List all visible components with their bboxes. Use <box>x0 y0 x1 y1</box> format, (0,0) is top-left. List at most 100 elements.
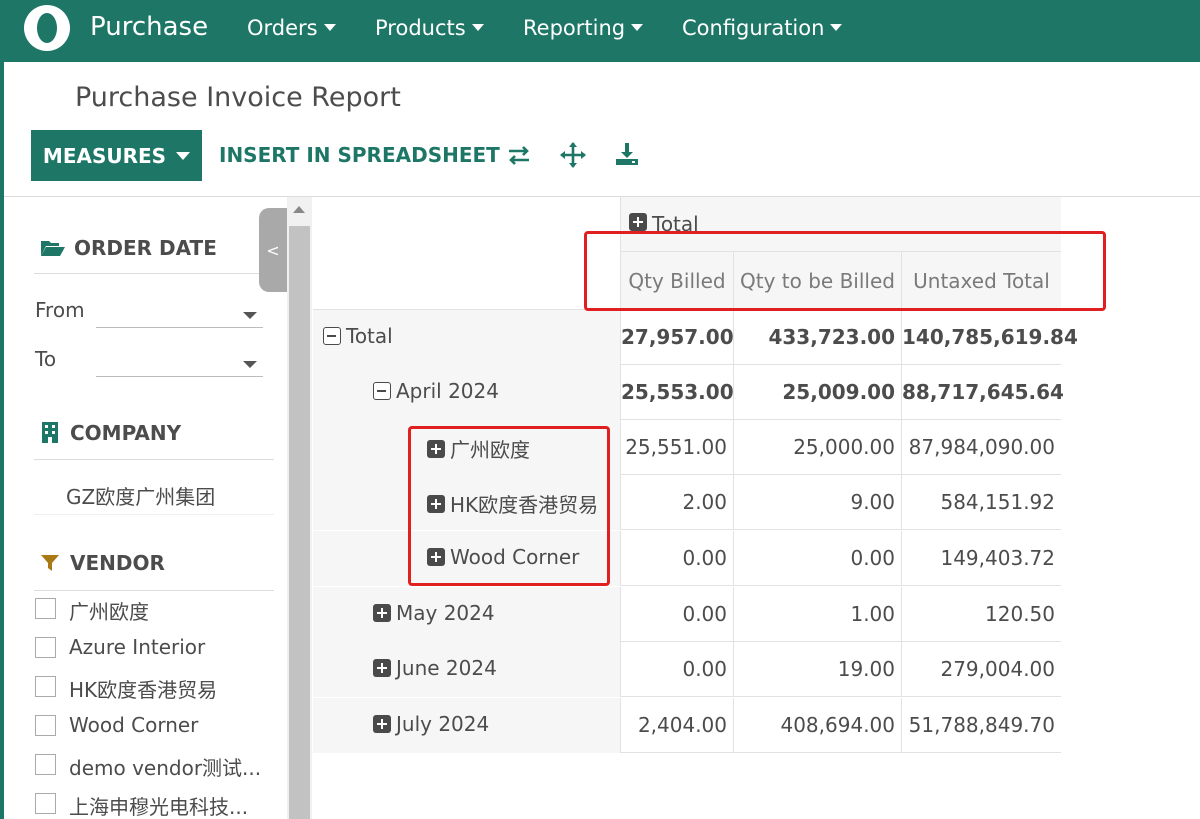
collapse-minus-icon <box>323 327 341 345</box>
pivot-row: 广州欧度 25,551.00 25,000.00 87,984,090.00 <box>313 420 1061 475</box>
menu-reporting-label: Reporting <box>523 16 626 40</box>
collapse-sidebar-button[interactable]: < <box>259 208 287 292</box>
pivot-cell[interactable]: 88,717,645.64 <box>901 365 1064 420</box>
pivot-cell[interactable]: 584,151.92 <box>901 475 1061 530</box>
pivot-cell[interactable]: 120.50 <box>901 587 1061 642</box>
pivot-row-label: July 2024 <box>396 712 490 736</box>
menu-reporting[interactable]: Reporting <box>523 16 644 40</box>
measures-label: MEASURES <box>42 143 167 168</box>
caret-down-icon <box>631 24 644 31</box>
pivot-cell[interactable]: 25,000.00 <box>733 420 901 475</box>
filter-icon <box>41 555 59 571</box>
odoo-logo-icon[interactable] <box>24 5 70 51</box>
pivot-row-label: 广州欧度 <box>450 438 530 462</box>
app-name[interactable]: Purchase <box>90 12 208 42</box>
vendor-checkbox[interactable] <box>35 754 56 775</box>
vendor-option-label[interactable]: demo vendor测试... <box>69 752 261 781</box>
caret-down-icon <box>176 151 191 160</box>
section-divider <box>34 590 274 591</box>
measure-header-qty-billed[interactable]: Qty Billed <box>620 252 733 310</box>
scroll-up-arrow-icon[interactable] <box>293 206 305 213</box>
expand-plus-icon <box>373 604 391 622</box>
pivot-row-header[interactable]: July 2024 <box>313 698 620 753</box>
pivot-row-header[interactable]: Wood Corner <box>313 531 620 586</box>
vendor-title: VENDOR <box>70 551 165 575</box>
pivot-row: June 2024 0.00 19.00 279,004.00 <box>313 642 1061 697</box>
expand-plus-icon <box>373 715 391 733</box>
to-date-select[interactable] <box>96 347 263 377</box>
vendor-checkbox[interactable] <box>35 598 56 619</box>
window-edge <box>0 62 4 819</box>
insert-in-spreadsheet-button[interactable]: INSERT IN SPREADSHEET <box>219 143 500 167</box>
pivot-corner <box>313 197 620 310</box>
pivot-cell[interactable]: 433,723.00 <box>733 310 901 365</box>
pivot-row: HK欧度香港贸易 2.00 9.00 584,151.92 <box>313 475 1061 530</box>
pivot-cell[interactable]: 0.00 <box>733 531 901 586</box>
pivot-cell[interactable]: 25,009.00 <box>733 365 901 420</box>
scrollbar-thumb[interactable] <box>289 226 310 819</box>
flip-axis-icon[interactable] <box>504 140 534 170</box>
vendor-option-label[interactable]: 广州欧度 <box>69 596 149 625</box>
pivot-row-header[interactable]: May 2024 <box>313 587 620 642</box>
pivot-cell[interactable]: 2.00 <box>620 475 733 530</box>
pivot-row-header[interactable]: June 2024 <box>313 642 620 697</box>
vendor-checkbox[interactable] <box>35 793 56 814</box>
vendor-option-label[interactable]: Wood Corner <box>69 713 198 737</box>
menu-orders-label: Orders <box>247 16 318 40</box>
expand-plus-icon <box>629 213 647 231</box>
vendor-checkbox[interactable] <box>35 637 56 658</box>
vendor-checkbox[interactable] <box>35 676 56 697</box>
to-label: To <box>35 347 57 371</box>
company-title: COMPANY <box>70 421 182 445</box>
pivot-row: Wood Corner 0.00 0.00 149,403.72 <box>313 531 1061 586</box>
pivot-row: April 2024 25,553.00 25,009.00 88,717,645.6… <box>313 365 1064 420</box>
pivot-cell[interactable]: 2,404.00 <box>620 698 733 753</box>
pivot-cell[interactable]: 0.00 <box>620 587 733 642</box>
pivot-cell[interactable]: 19.00 <box>733 642 901 697</box>
caret-down-icon <box>830 24 843 31</box>
pivot-cell[interactable]: 25,553.00 <box>620 365 734 420</box>
pivot-cell[interactable]: 149,403.72 <box>901 531 1061 586</box>
pivot-cell[interactable]: 1.00 <box>733 587 901 642</box>
download-icon[interactable] <box>612 140 642 170</box>
vendor-checkbox[interactable] <box>35 715 56 736</box>
expand-plus-icon <box>427 494 445 513</box>
menu-configuration[interactable]: Configuration <box>682 16 843 40</box>
pivot-cell[interactable]: 51,788,849.70 <box>901 698 1061 753</box>
pivot-cell[interactable]: 408,694.00 <box>733 698 901 753</box>
measures-button[interactable]: MEASURES <box>31 130 202 181</box>
menu-orders[interactable]: Orders <box>247 16 336 40</box>
vendor-option-label[interactable]: Azure Interior <box>69 635 205 659</box>
pivot-cell[interactable]: 279,004.00 <box>901 642 1061 697</box>
pivot-cell[interactable]: 0.00 <box>620 531 733 586</box>
section-divider <box>34 459 274 460</box>
pivot-row-label: HK欧度香港贸易 <box>450 493 599 517</box>
vendor-option-label[interactable]: HK欧度香港贸易 <box>69 674 217 703</box>
pivot-cell[interactable]: 0.00 <box>620 642 733 697</box>
menu-products-label: Products <box>375 16 466 40</box>
caret-down-icon <box>323 24 336 31</box>
measure-header-qty-to-be-billed[interactable]: Qty to be Billed <box>733 252 901 310</box>
pivot-cell[interactable]: 87,984,090.00 <box>901 420 1061 475</box>
pivot-row-header[interactable]: HK欧度香港贸易 <box>313 475 620 530</box>
company-item[interactable]: GZ欧度广州集团 <box>66 481 215 510</box>
company-header: COMPANY <box>40 421 181 445</box>
top-navbar: Purchase Orders Products Reporting Confi… <box>0 0 1200 62</box>
column-group-total[interactable]: Total <box>629 212 699 236</box>
measure-header-untaxed-total[interactable]: Untaxed Total <box>901 252 1061 310</box>
pivot-row-header[interactable]: April 2024 <box>313 365 620 420</box>
pivot-row: Total 27,957.00 433,723.00 140,785,619.84 <box>313 310 1078 365</box>
expand-plus-icon <box>373 659 391 677</box>
pivot-cell[interactable]: 25,551.00 <box>620 420 733 475</box>
pivot-cell[interactable]: 140,785,619.84 <box>901 310 1078 365</box>
order-date-header: ORDER DATE <box>40 236 217 260</box>
menu-products[interactable]: Products <box>375 16 484 40</box>
pivot-row-header[interactable]: 广州欧度 <box>313 420 620 475</box>
from-date-select[interactable] <box>96 298 263 328</box>
pivot-cell[interactable]: 27,957.00 <box>620 310 734 365</box>
expand-all-icon[interactable] <box>558 140 588 170</box>
pivot-cell[interactable]: 9.00 <box>733 475 901 530</box>
collapse-minus-icon <box>373 382 391 400</box>
pivot-row-header[interactable]: Total <box>313 310 620 365</box>
vendor-option-label[interactable]: 上海申穆光电科技... <box>69 791 248 819</box>
